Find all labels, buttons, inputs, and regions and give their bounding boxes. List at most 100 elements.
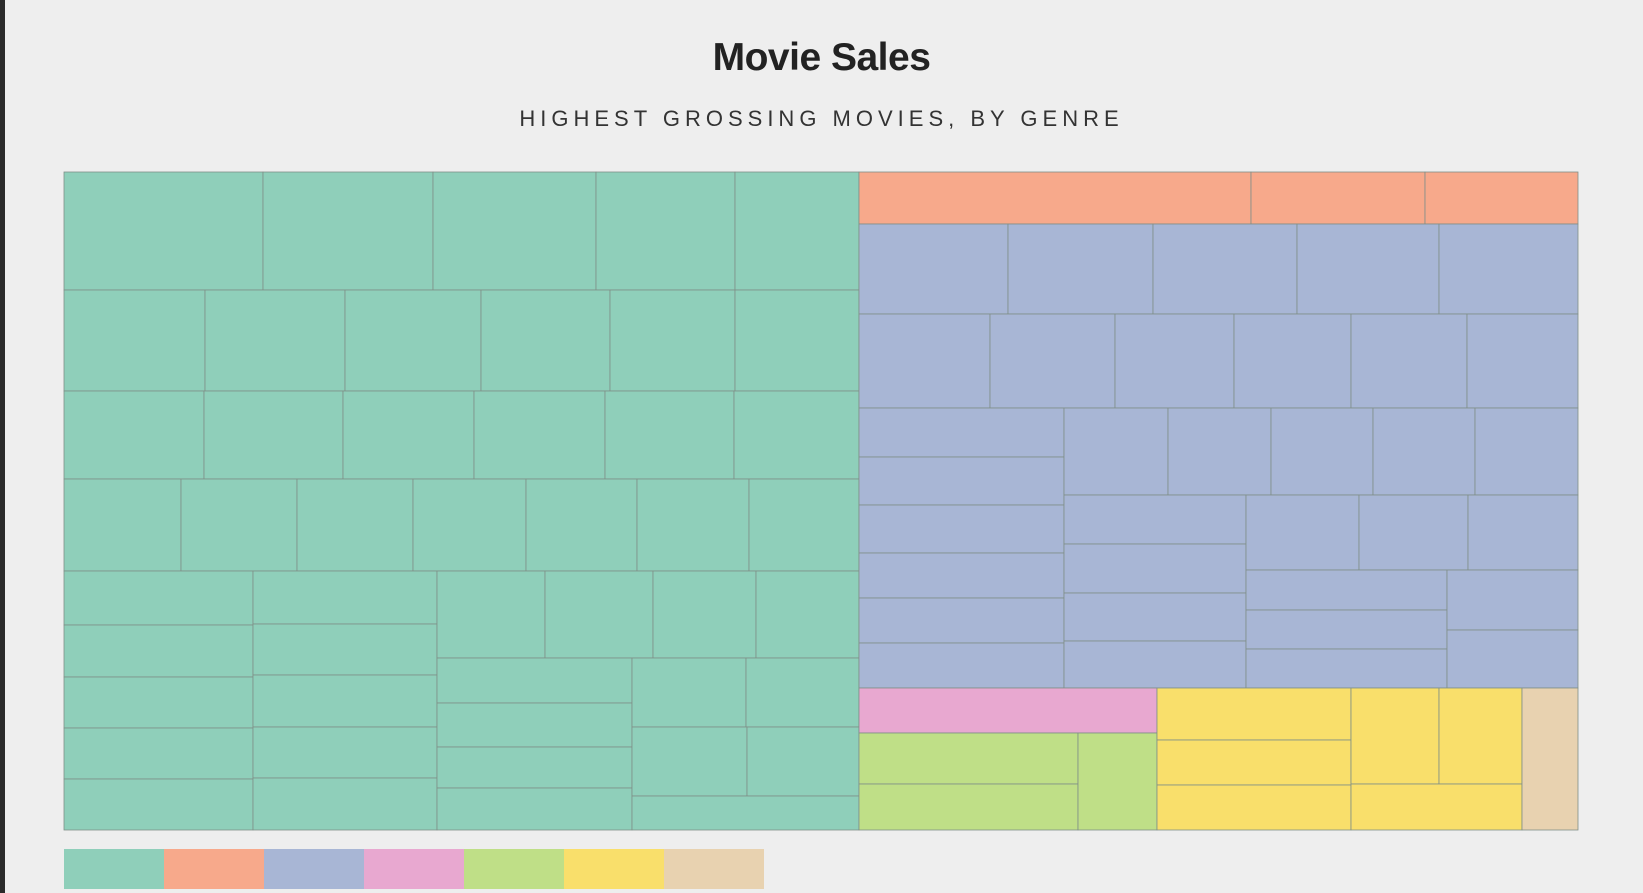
- treemap-cell-cat0-8[interactable]: [480, 289, 611, 392]
- treemap-cell-cat2-27[interactable]: [1358, 494, 1469, 571]
- treemap-cell-cat2-28[interactable]: [1467, 494, 1579, 571]
- treemap-cell-cat2-23[interactable]: [1063, 543, 1247, 594]
- treemap-cell-cat1-0[interactable]: [858, 171, 1252, 225]
- treemap-cell-cat0-39[interactable]: [436, 702, 633, 748]
- legend-swatch-6[interactable]: [664, 849, 764, 889]
- treemap-cell-cat2-9[interactable]: [1350, 313, 1468, 409]
- treemap-cell-cat2-4[interactable]: [1438, 223, 1579, 315]
- treemap-cell-cat0-24[interactable]: [63, 570, 254, 626]
- treemap-cell-cat0-18[interactable]: [180, 478, 298, 572]
- treemap-cell-cat0-29[interactable]: [252, 570, 438, 625]
- treemap-cell-cat0-26[interactable]: [63, 676, 254, 729]
- treemap-cell-cat0-1[interactable]: [262, 171, 434, 291]
- treemap-cell-cat2-15[interactable]: [858, 597, 1065, 644]
- legend-swatch-4[interactable]: [464, 849, 564, 889]
- treemap-cell-cat5-3[interactable]: [1350, 687, 1440, 785]
- treemap-cell-cat0-42[interactable]: [631, 657, 747, 728]
- treemap-cell-cat4-1[interactable]: [858, 783, 1079, 831]
- treemap-cell-cat2-32[interactable]: [1446, 569, 1579, 631]
- treemap-cell-cat0-21[interactable]: [525, 478, 638, 572]
- treemap-cell-cat2-21[interactable]: [1474, 407, 1579, 496]
- treemap-cell-cat0-15[interactable]: [604, 390, 735, 480]
- treemap-cell-cat2-12[interactable]: [858, 456, 1065, 506]
- treemap-cell-cat4-0[interactable]: [858, 732, 1079, 785]
- treemap-cell-cat2-17[interactable]: [1063, 407, 1169, 496]
- treemap-cell-cat2-25[interactable]: [1063, 640, 1247, 689]
- treemap-cell-cat0-7[interactable]: [344, 289, 482, 392]
- treemap-cell-cat0-43[interactable]: [745, 657, 860, 728]
- treemap-cell-cat0-0[interactable]: [63, 171, 264, 291]
- treemap-cell-cat0-27[interactable]: [63, 727, 254, 780]
- treemap-cell-cat2-26[interactable]: [1245, 494, 1360, 571]
- treemap-cell-cat0-45[interactable]: [746, 726, 860, 797]
- treemap-cell-cat2-11[interactable]: [858, 407, 1065, 458]
- treemap-cell-cat0-36[interactable]: [652, 570, 757, 659]
- treemap-cell-cat2-8[interactable]: [1233, 313, 1352, 409]
- treemap-cell-cat1-2[interactable]: [1424, 171, 1579, 225]
- treemap-cell-cat0-30[interactable]: [252, 623, 438, 676]
- treemap-cell-cat6-0[interactable]: [1521, 687, 1579, 831]
- treemap-cell-cat5-2[interactable]: [1156, 784, 1352, 831]
- treemap-cell-cat2-2[interactable]: [1152, 223, 1298, 315]
- treemap-cell-cat0-37[interactable]: [755, 570, 860, 659]
- legend-swatch-0[interactable]: [64, 849, 164, 889]
- treemap-cell-cat0-3[interactable]: [595, 171, 736, 291]
- treemap-cell-cat1-1[interactable]: [1250, 171, 1426, 225]
- treemap-cell-cat0-6[interactable]: [204, 289, 346, 392]
- treemap-cell-cat0-28[interactable]: [63, 778, 254, 831]
- treemap-cell-cat3-0[interactable]: [858, 687, 1158, 734]
- treemap-cell-cat2-29[interactable]: [1245, 569, 1448, 611]
- treemap-cell-cat2-22[interactable]: [1063, 494, 1247, 545]
- legend-swatch-2[interactable]: [264, 849, 364, 889]
- treemap-cell-cat0-46[interactable]: [631, 795, 860, 831]
- treemap-cell-cat2-19[interactable]: [1270, 407, 1374, 496]
- treemap-cell-cat2-10[interactable]: [1466, 313, 1579, 409]
- treemap-cell-cat0-25[interactable]: [63, 624, 254, 678]
- treemap-cell-cat2-18[interactable]: [1167, 407, 1272, 496]
- treemap-cell-cat0-5[interactable]: [63, 289, 206, 392]
- treemap-cell-cat5-4[interactable]: [1438, 687, 1523, 785]
- treemap-cell-cat5-5[interactable]: [1350, 783, 1523, 831]
- treemap-cell-cat2-14[interactable]: [858, 552, 1065, 599]
- treemap-cell-cat0-17[interactable]: [63, 478, 182, 572]
- treemap-cell-cat0-11[interactable]: [63, 390, 205, 480]
- treemap-cell-cat2-16[interactable]: [858, 642, 1065, 689]
- treemap-cell-cat0-2[interactable]: [432, 171, 597, 291]
- treemap-cell-cat0-9[interactable]: [609, 289, 736, 392]
- legend-swatch-5[interactable]: [564, 849, 664, 889]
- treemap-cell-cat0-41[interactable]: [436, 787, 633, 831]
- treemap-cell-cat2-0[interactable]: [858, 223, 1009, 315]
- treemap-cell-cat2-13[interactable]: [858, 504, 1065, 554]
- treemap-cell-cat2-33[interactable]: [1446, 629, 1579, 689]
- treemap-cell-cat2-24[interactable]: [1063, 592, 1247, 642]
- legend-swatch-3[interactable]: [364, 849, 464, 889]
- treemap-cell-cat2-20[interactable]: [1372, 407, 1476, 496]
- treemap-cell-cat0-40[interactable]: [436, 746, 633, 789]
- treemap-cell-cat0-22[interactable]: [636, 478, 750, 572]
- treemap-cell-cat0-35[interactable]: [544, 570, 654, 659]
- treemap-cell-cat0-19[interactable]: [296, 478, 414, 572]
- treemap-cell-cat0-31[interactable]: [252, 674, 438, 728]
- legend-swatch-1[interactable]: [164, 849, 264, 889]
- treemap-cell-cat2-6[interactable]: [989, 313, 1116, 409]
- treemap-cell-cat2-30[interactable]: [1245, 609, 1448, 650]
- treemap-cell-cat0-33[interactable]: [252, 777, 438, 831]
- treemap-cell-cat5-0[interactable]: [1156, 687, 1352, 741]
- treemap-cell-cat4-2[interactable]: [1077, 732, 1158, 831]
- treemap-cell-cat0-4[interactable]: [734, 171, 860, 291]
- treemap-cell-cat0-10[interactable]: [734, 289, 860, 392]
- treemap-cell-cat0-16[interactable]: [733, 390, 860, 480]
- treemap-cell-cat0-44[interactable]: [631, 726, 748, 797]
- treemap-cell-cat0-38[interactable]: [436, 657, 633, 704]
- treemap-cell-cat0-32[interactable]: [252, 726, 438, 779]
- treemap-cell-cat0-20[interactable]: [412, 478, 527, 572]
- treemap-cell-cat0-13[interactable]: [342, 390, 475, 480]
- treemap-cell-cat0-23[interactable]: [748, 478, 860, 572]
- treemap-cell-cat0-14[interactable]: [473, 390, 606, 480]
- treemap-cell-cat2-1[interactable]: [1007, 223, 1154, 315]
- treemap-cell-cat5-1[interactable]: [1156, 739, 1352, 786]
- treemap-cell-cat0-34[interactable]: [436, 570, 546, 659]
- treemap-cell-cat2-3[interactable]: [1296, 223, 1440, 315]
- treemap-cell-cat2-5[interactable]: [858, 313, 991, 409]
- treemap-cell-cat0-12[interactable]: [203, 390, 344, 480]
